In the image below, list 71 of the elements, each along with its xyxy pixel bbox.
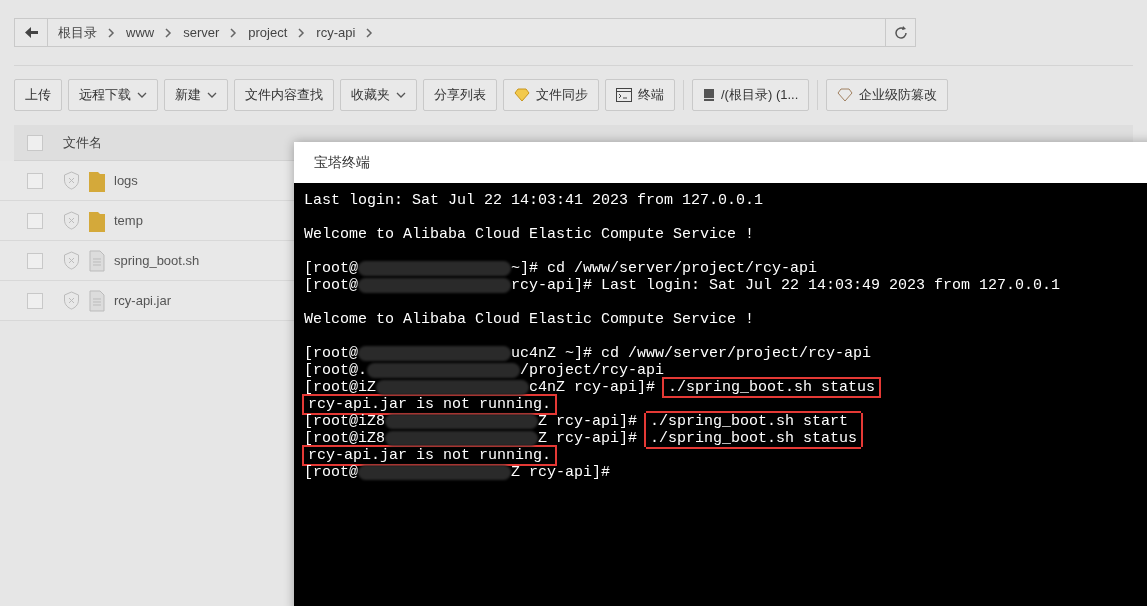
arrow-left-icon bbox=[24, 27, 38, 38]
caret-down-icon bbox=[396, 92, 406, 98]
terminal-text: Z rcy-api]# bbox=[538, 430, 639, 447]
checkbox[interactable] bbox=[27, 292, 43, 309]
toolbar-button[interactable]: 远程下载 bbox=[68, 79, 158, 111]
toolbar-button[interactable]: 文件内容查找 bbox=[234, 79, 334, 111]
breadcrumb-link[interactable]: project bbox=[248, 22, 288, 43]
shield-icon bbox=[63, 171, 80, 190]
toolbar-button[interactable]: 分享列表 bbox=[423, 79, 497, 111]
terminal-text: c4nZ rcy-api]# bbox=[529, 379, 657, 396]
terminal-text: Last login: Sat Jul 22 14:03:41 2023 from 127.0.0.1 bbox=[304, 192, 764, 209]
highlighted-text: rcy-api.jar is not running. bbox=[304, 447, 556, 464]
terminal-text: [root@. bbox=[304, 362, 367, 379]
chevron-right-icon bbox=[108, 27, 115, 38]
terminal-text: ~]# cd /www/server/project/rcy-api bbox=[511, 260, 818, 277]
diamond-icon bbox=[837, 88, 854, 102]
terminal-text: Welcome to Alibaba Cloud Elastic Compute Service ! bbox=[304, 226, 755, 243]
breadcrumb-link[interactable]: www bbox=[126, 22, 155, 43]
file-name[interactable]: logs bbox=[114, 170, 138, 191]
terminal-text: [root@ bbox=[304, 277, 358, 294]
checkbox[interactable] bbox=[27, 134, 43, 151]
highlighted-text: ./spring_boot.sh start bbox=[646, 413, 862, 430]
checkbox[interactable] bbox=[27, 212, 43, 229]
shield-icon bbox=[63, 291, 80, 310]
column-header[interactable]: 文件名 bbox=[63, 132, 102, 153]
folder-icon bbox=[89, 209, 105, 232]
caret-down-icon bbox=[137, 92, 147, 98]
terminal-text: [root@iZ8 bbox=[304, 413, 385, 430]
chevron-right-icon bbox=[165, 27, 173, 38]
shield-icon bbox=[63, 251, 80, 270]
terminal-text: rcy-api]# Last login: Sat Jul 22 14:03:49 2023 from 127.0.0.1 bbox=[511, 277, 1061, 294]
chevron-right-icon bbox=[230, 27, 238, 38]
terminal-text: Welcome to Alibaba Cloud Elastic Compute Service ! bbox=[304, 311, 755, 328]
file-icon bbox=[89, 249, 105, 272]
terminal-text: [root@ bbox=[304, 260, 358, 277]
terminal-text: [root@ bbox=[304, 464, 358, 481]
toolbar-button[interactable]: 文件同步 bbox=[503, 79, 599, 111]
refresh-icon bbox=[893, 25, 908, 40]
caret-down-icon bbox=[207, 92, 217, 98]
file-name[interactable]: spring_boot.sh bbox=[114, 250, 200, 271]
toolbar-button[interactable]: 新建 bbox=[164, 79, 228, 111]
dialog-title: 宝塔终端 bbox=[314, 153, 370, 172]
terminal-text: /project/rcy-api bbox=[520, 362, 665, 379]
breadcrumb-link[interactable]: rcy-api bbox=[316, 22, 356, 43]
terminal-text: Z rcy-api]# bbox=[538, 413, 639, 430]
folder-icon bbox=[89, 169, 105, 192]
file-name[interactable]: temp bbox=[114, 210, 143, 231]
file-icon bbox=[89, 289, 105, 312]
toolbar-button[interactable]: 收藏夹 bbox=[340, 79, 417, 111]
breadcrumb-link[interactable]: server bbox=[183, 22, 220, 43]
file-name[interactable]: rcy-api.jar bbox=[114, 290, 172, 311]
terminal-text: Z rcy-api]# bbox=[511, 464, 611, 481]
terminal-text: [root@iZ bbox=[304, 379, 376, 396]
highlighted-text: ./spring_boot.sh status bbox=[664, 379, 880, 396]
shield-icon bbox=[63, 211, 80, 230]
toolbar-button[interactable]: /(根目录) (1... bbox=[692, 79, 810, 111]
toolbar-button[interactable]: 终端 bbox=[605, 79, 675, 111]
checkbox[interactable] bbox=[27, 172, 43, 189]
chevron-right-icon bbox=[298, 27, 306, 38]
breadcrumb-link[interactable]: 根目录 bbox=[58, 22, 97, 43]
toolbar-button[interactable]: 企业级防篡改 bbox=[826, 79, 949, 111]
terminal-icon bbox=[616, 88, 632, 102]
diamond-icon bbox=[514, 88, 530, 102]
terminal-text: [root@ bbox=[304, 345, 358, 362]
highlighted-text: ./spring_boot.sh status bbox=[646, 430, 862, 447]
terminal-text: [root@iZ8 bbox=[304, 430, 385, 447]
checkbox[interactable] bbox=[27, 252, 43, 269]
terminal-text: uc4nZ ~]# cd /www/server/project/rcy-api bbox=[511, 345, 872, 362]
chevron-right-icon bbox=[366, 27, 374, 38]
highlighted-text: rcy-api.jar is not running. bbox=[304, 396, 556, 413]
toolbar-button[interactable]: 上传 bbox=[14, 79, 62, 111]
